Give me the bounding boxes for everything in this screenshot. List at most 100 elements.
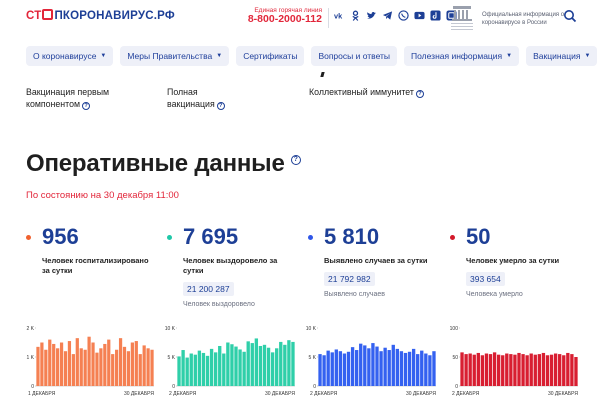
chart-bar[interactable] <box>371 343 375 386</box>
nav-certificates[interactable]: Сертификаты <box>236 46 305 66</box>
chart-bar[interactable] <box>521 354 525 386</box>
chart-bar[interactable] <box>36 346 40 386</box>
chart-bar[interactable] <box>213 352 218 386</box>
chart-bar[interactable] <box>517 352 521 386</box>
chart-bar[interactable] <box>270 352 275 386</box>
chart-bar[interactable] <box>185 357 189 386</box>
chart-bar[interactable] <box>484 353 489 386</box>
chart-bar[interactable] <box>480 355 485 386</box>
chart-bar[interactable] <box>496 354 501 386</box>
chart-bar[interactable] <box>492 352 497 386</box>
chart-bar[interactable] <box>67 341 72 386</box>
chart-bar[interactable] <box>279 341 283 386</box>
chart-bar[interactable] <box>387 350 391 386</box>
chart-bar[interactable] <box>238 349 242 386</box>
chart-bar[interactable] <box>79 348 83 386</box>
chart-bar[interactable] <box>87 336 91 386</box>
chart-bar[interactable] <box>134 341 138 386</box>
chart-bar[interactable] <box>420 350 424 386</box>
chart-bar[interactable] <box>246 341 250 386</box>
youtube-icon[interactable] <box>414 10 425 21</box>
chart-bar[interactable] <box>395 348 400 386</box>
chart-bar[interactable] <box>95 352 99 386</box>
chart-bar[interactable] <box>541 352 546 386</box>
chart-bar[interactable] <box>275 348 279 386</box>
chart-bar[interactable] <box>529 353 533 386</box>
chart-bar[interactable] <box>574 357 578 386</box>
chart-bar[interactable] <box>242 351 246 386</box>
chart-bar[interactable] <box>403 352 408 386</box>
chart-bar[interactable] <box>428 355 432 386</box>
vk-icon[interactable]: vk <box>334 10 345 21</box>
chart-bar[interactable] <box>513 354 517 386</box>
chart-bar[interactable] <box>553 353 558 386</box>
chart-bar[interactable] <box>326 350 330 386</box>
chart-bar[interactable] <box>52 343 56 386</box>
chart-bar[interactable] <box>226 342 230 387</box>
chart-bar[interactable] <box>501 355 505 386</box>
chart-bar[interactable] <box>367 348 371 386</box>
chart-bar[interactable] <box>525 355 529 386</box>
chart-bar[interactable] <box>283 344 287 386</box>
viber-icon[interactable] <box>398 10 409 21</box>
chart-bar[interactable] <box>48 339 52 386</box>
chart-bar[interactable] <box>107 339 111 386</box>
chart-bar[interactable] <box>197 350 202 386</box>
chart-bar[interactable] <box>150 349 154 386</box>
chart-bar[interactable] <box>537 354 542 386</box>
chart-bar[interactable] <box>205 355 210 386</box>
chart-bar[interactable] <box>99 348 103 386</box>
odnoklassniki-icon[interactable] <box>350 10 361 21</box>
chart-bar[interactable] <box>350 347 355 386</box>
chart-bar[interactable] <box>432 351 436 386</box>
telegram-icon[interactable] <box>382 10 393 21</box>
chart-bar[interactable] <box>56 348 60 386</box>
chart-bar[interactable] <box>363 345 367 386</box>
help-icon[interactable]: ? <box>216 102 225 111</box>
chart-bar[interactable] <box>476 352 480 386</box>
chart-bar[interactable] <box>566 352 570 386</box>
chart-bar[interactable] <box>558 354 562 386</box>
chart-bar[interactable] <box>201 352 206 386</box>
chart-bar[interactable] <box>334 349 338 386</box>
nav-useful-info[interactable]: Полезная информация ▼ <box>404 46 520 66</box>
chart-bar[interactable] <box>142 345 146 386</box>
chart-bar[interactable] <box>375 346 379 386</box>
chart-bar[interactable] <box>75 338 79 386</box>
chart-bar[interactable] <box>130 342 134 387</box>
chart-bar[interactable] <box>346 351 351 386</box>
chart-bar[interactable] <box>115 349 119 386</box>
chart-bar[interactable] <box>103 343 107 386</box>
site-logo[interactable]: СТ ПКОРОНАВИРУС.РФ <box>26 9 175 22</box>
chart-bar[interactable] <box>111 354 115 386</box>
chart-bar[interactable] <box>254 338 259 386</box>
chart-bar[interactable] <box>562 355 566 386</box>
twitter-icon[interactable] <box>366 10 377 21</box>
chart-bar[interactable] <box>416 354 420 386</box>
search-icon[interactable] <box>563 9 577 23</box>
chart-bar[interactable] <box>424 353 428 386</box>
chart-bar[interactable] <box>330 352 334 386</box>
chart-bar[interactable] <box>262 344 267 386</box>
chart-bar[interactable] <box>291 341 295 386</box>
chart-bar[interactable] <box>338 351 343 386</box>
chart-bar[interactable] <box>354 350 359 386</box>
chart-bar[interactable] <box>91 342 95 387</box>
chart-bar[interactable] <box>399 351 404 386</box>
chart-bar[interactable] <box>407 351 412 386</box>
chart-bar[interactable] <box>177 356 181 386</box>
chart-bar[interactable] <box>379 351 383 386</box>
nav-government-measures[interactable]: Меры Правительства ▼ <box>120 46 230 66</box>
chart-bar[interactable] <box>234 346 238 386</box>
chart-bar[interactable] <box>287 340 291 386</box>
chart-bar[interactable] <box>570 354 574 386</box>
chart-bar[interactable] <box>383 347 387 386</box>
chart-bar[interactable] <box>222 353 226 386</box>
chart-bar[interactable] <box>411 348 416 386</box>
chart-bar[interactable] <box>181 350 185 386</box>
chart-bar[interactable] <box>533 354 537 386</box>
chart-bar[interactable] <box>71 354 75 386</box>
chart-bar[interactable] <box>318 354 322 386</box>
chart-bar[interactable] <box>468 353 472 386</box>
chart-bar[interactable] <box>266 347 271 386</box>
